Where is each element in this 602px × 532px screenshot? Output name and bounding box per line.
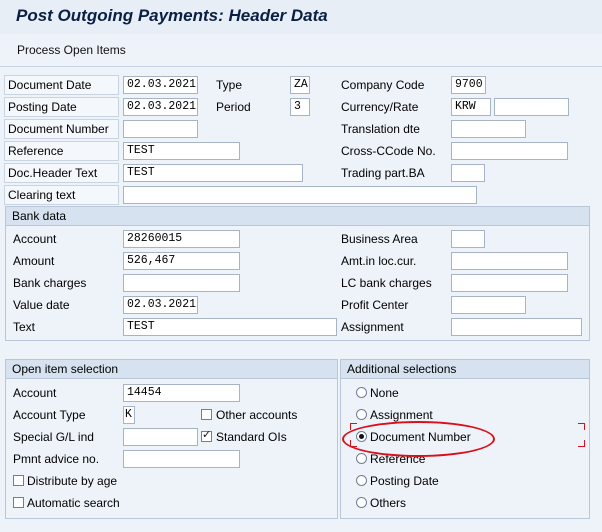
other-accounts-checkbox[interactable] (201, 409, 212, 420)
oi-account-field[interactable]: 14454 (123, 384, 240, 402)
selection-corner-top-left (350, 423, 357, 430)
period-label: Period (216, 100, 251, 114)
lc-bank-charges-field[interactable] (451, 274, 568, 292)
radio-posting-date-label: Posting Date (370, 474, 439, 488)
pmnt-advice-no-label: Pmnt advice no. (13, 452, 100, 466)
radio-others-label: Others (370, 496, 407, 510)
currency-rate-label: Currency/Rate (341, 100, 419, 114)
standard-ois-label: Standard OIs (216, 430, 287, 444)
radio-none-label: None (370, 386, 399, 400)
amt-loc-cur-label: Amt.in loc.cur. (341, 254, 417, 268)
amt-loc-cur-field[interactable] (451, 252, 568, 270)
document-date-label: Document Date (4, 75, 119, 95)
reference-field[interactable]: TEST (123, 142, 240, 160)
page-title: Post Outgoing Payments: Header Data (16, 6, 328, 25)
reference-label: Reference (4, 141, 119, 161)
value-date-field[interactable]: 02.03.2021 (123, 296, 198, 314)
highlight-ellipse (342, 421, 495, 457)
standard-ois-checkbox[interactable] (201, 428, 212, 442)
bank-account-label: Account (13, 232, 57, 246)
cross-ccode-label: Cross-CCode No. (341, 144, 436, 158)
pmnt-advice-no-field[interactable] (123, 450, 240, 468)
text-field[interactable]: TEST (123, 318, 337, 336)
type-field[interactable]: ZA (290, 76, 310, 94)
account-type-field[interactable]: K (123, 406, 135, 424)
other-accounts-label: Other accounts (216, 408, 298, 422)
translation-date-field[interactable] (451, 120, 526, 138)
value-date-label: Value date (13, 298, 70, 312)
automatic-search-label: Automatic search (27, 496, 120, 510)
posting-date-label: Posting Date (4, 97, 119, 117)
company-code-field[interactable]: 9700 (451, 76, 486, 94)
bank-account-field[interactable]: 28260015 (123, 230, 240, 248)
lc-bank-charges-label: LC bank charges (341, 276, 432, 290)
business-area-field[interactable] (451, 230, 485, 248)
radio-others[interactable] (356, 497, 367, 508)
title-bar: Post Outgoing Payments: Header Data (0, 0, 602, 35)
bank-charges-label: Bank charges (13, 276, 87, 290)
bank-charges-field[interactable] (123, 274, 240, 292)
exchange-rate-field[interactable] (494, 98, 569, 116)
amount-field[interactable]: 526,467 (123, 252, 240, 270)
assignment-field[interactable] (451, 318, 582, 336)
period-field[interactable]: 3 (290, 98, 310, 116)
profit-center-field[interactable] (451, 296, 526, 314)
process-open-items-button[interactable]: Process Open Items (17, 43, 126, 57)
cross-ccode-field[interactable] (451, 142, 568, 160)
document-date-field[interactable]: 02.03.2021 (123, 76, 198, 94)
distribute-by-age-label: Distribute by age (27, 474, 118, 488)
type-label: Type (216, 78, 243, 92)
posting-date-field[interactable]: 02.03.2021 (123, 98, 198, 116)
company-code-label: Company Code (341, 78, 425, 92)
application-toolbar: Process Open Items (0, 34, 602, 67)
radio-none[interactable] (356, 387, 367, 398)
special-gl-ind-label: Special G/L ind (13, 430, 94, 444)
clearing-text-field[interactable] (123, 186, 477, 204)
document-number-label: Document Number (4, 119, 119, 139)
oi-account-label: Account (13, 386, 57, 400)
assignment-label: Assignment (341, 320, 404, 334)
distribute-by-age-checkbox[interactable] (13, 475, 24, 486)
automatic-search-checkbox[interactable] (13, 497, 24, 508)
selection-corner-bottom-right (578, 440, 585, 447)
document-number-field[interactable] (123, 120, 198, 138)
trading-part-ba-label: Trading part.BA (341, 166, 425, 180)
bank-data-title: Bank data (6, 207, 589, 226)
business-area-label: Business Area (341, 232, 418, 246)
currency-field[interactable]: KRW (451, 98, 491, 116)
doc-header-text-field[interactable]: TEST (123, 164, 303, 182)
trading-part-ba-field[interactable] (451, 164, 485, 182)
radio-assignment[interactable] (356, 409, 367, 420)
selection-corner-bottom-left (350, 440, 357, 447)
amount-label: Amount (13, 254, 55, 268)
clearing-text-label: Clearing text (4, 185, 119, 205)
doc-header-text-label: Doc.Header Text (4, 163, 119, 183)
selection-corner-top-right (578, 423, 585, 430)
open-item-selection-title: Open item selection (6, 360, 337, 379)
radio-reference[interactable] (356, 453, 367, 464)
radio-posting-date[interactable] (356, 475, 367, 486)
account-type-label: Account Type (13, 408, 86, 422)
text-label: Text (13, 320, 36, 334)
special-gl-ind-field[interactable] (123, 428, 198, 446)
header-data-form: Document Date 02.03.2021 Type ZA Company… (0, 67, 602, 532)
profit-center-label: Profit Center (341, 298, 409, 312)
additional-selections-title: Additional selections (341, 360, 589, 379)
translation-date-label: Translation dte (341, 122, 420, 136)
